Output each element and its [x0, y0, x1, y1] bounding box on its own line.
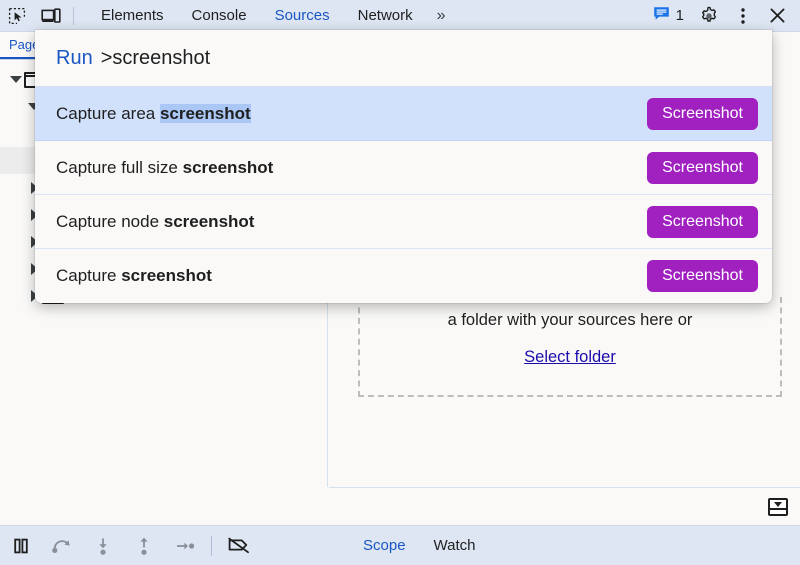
command-palette-dialog: Run >screenshot Capture area screenshot …	[35, 30, 772, 303]
palette-item-match: screenshot	[163, 211, 255, 231]
palette-item-prefix: Capture area	[56, 103, 160, 123]
toolbar-right-group: 1	[645, 1, 800, 31]
kebab-menu-icon[interactable]	[726, 1, 760, 31]
command-palette-results: Capture area screenshot Screenshot Captu…	[35, 87, 772, 303]
palette-item-capture-full-size-screenshot[interactable]: Capture full size screenshot Screenshot	[35, 141, 772, 195]
more-tabs-icon[interactable]: »	[427, 1, 456, 31]
palette-item-label: Capture node screenshot	[56, 212, 254, 232]
palette-item-label: Capture area screenshot	[56, 103, 251, 124]
close-icon[interactable]	[760, 1, 794, 31]
palette-item-tag: Screenshot	[647, 260, 758, 292]
debugger-sidebar-tabs: Scope Watch	[349, 526, 490, 565]
tab-scope[interactable]: Scope	[349, 526, 420, 565]
palette-item-prefix: Capture node	[56, 211, 164, 231]
debugger-sidebar-toolbar	[329, 488, 800, 525]
select-folder-link[interactable]: Select folder	[524, 348, 616, 367]
palette-item-tag: Screenshot	[647, 97, 758, 130]
tab-watch[interactable]: Watch	[420, 526, 490, 565]
message-icon	[653, 5, 670, 27]
step-over-button[interactable]	[41, 527, 82, 565]
dropzone-text: a folder with your sources here or	[447, 311, 693, 329]
step-into-button[interactable]	[82, 527, 123, 565]
message-count: 1	[675, 7, 684, 24]
tab-network[interactable]: Network	[344, 1, 427, 31]
show-drawer-icon[interactable]	[768, 497, 788, 516]
step-out-button[interactable]	[123, 527, 164, 565]
debugger-toolbar: Scope Watch	[0, 525, 800, 565]
step-button[interactable]	[164, 527, 205, 565]
toolbar-divider	[211, 535, 212, 556]
chevron-down-icon[interactable]	[8, 76, 24, 83]
tab-elements[interactable]: Elements	[87, 1, 178, 31]
devtools-window: Elements Console Sources Network » 1 Pag…	[0, 0, 800, 565]
console-messages-badge[interactable]: 1	[645, 5, 692, 27]
pause-resume-button[interactable]	[0, 527, 41, 565]
workspace-dropzone[interactable]: a folder with your sources here or Selec…	[358, 297, 782, 397]
palette-item-match: screenshot	[182, 157, 274, 177]
gear-icon[interactable]	[692, 1, 726, 31]
palette-query-text: >screenshot	[100, 46, 211, 69]
palette-item-capture-area-screenshot[interactable]: Capture area screenshot Screenshot	[35, 87, 772, 141]
inspect-element-icon[interactable]	[0, 1, 34, 31]
toolbar-divider	[73, 6, 74, 25]
command-palette-input[interactable]: Run >screenshot	[35, 30, 772, 87]
palette-item-label: Capture screenshot	[56, 266, 212, 286]
devtools-toolbar: Elements Console Sources Network » 1	[0, 0, 800, 32]
palette-item-tag: Screenshot	[647, 151, 758, 184]
palette-item-match: screenshot	[159, 103, 251, 123]
tab-console[interactable]: Console	[178, 1, 261, 31]
tab-sources[interactable]: Sources	[261, 1, 344, 31]
device-toolbar-icon[interactable]	[34, 1, 68, 31]
palette-item-prefix: Capture full size	[56, 157, 183, 177]
palette-item-match: screenshot	[121, 266, 212, 285]
deactivate-breakpoints-button[interactable]	[218, 527, 259, 565]
palette-item-capture-screenshot[interactable]: Capture screenshot Screenshot	[35, 249, 772, 303]
panel-tabs: Elements Console Sources Network »	[87, 1, 456, 31]
palette-mode-label: Run	[56, 46, 93, 69]
palette-item-tag: Screenshot	[647, 205, 758, 238]
palette-item-capture-node-screenshot[interactable]: Capture node screenshot Screenshot	[35, 195, 772, 249]
palette-item-label: Capture full size screenshot	[56, 158, 273, 178]
palette-item-prefix: Capture	[56, 266, 122, 285]
